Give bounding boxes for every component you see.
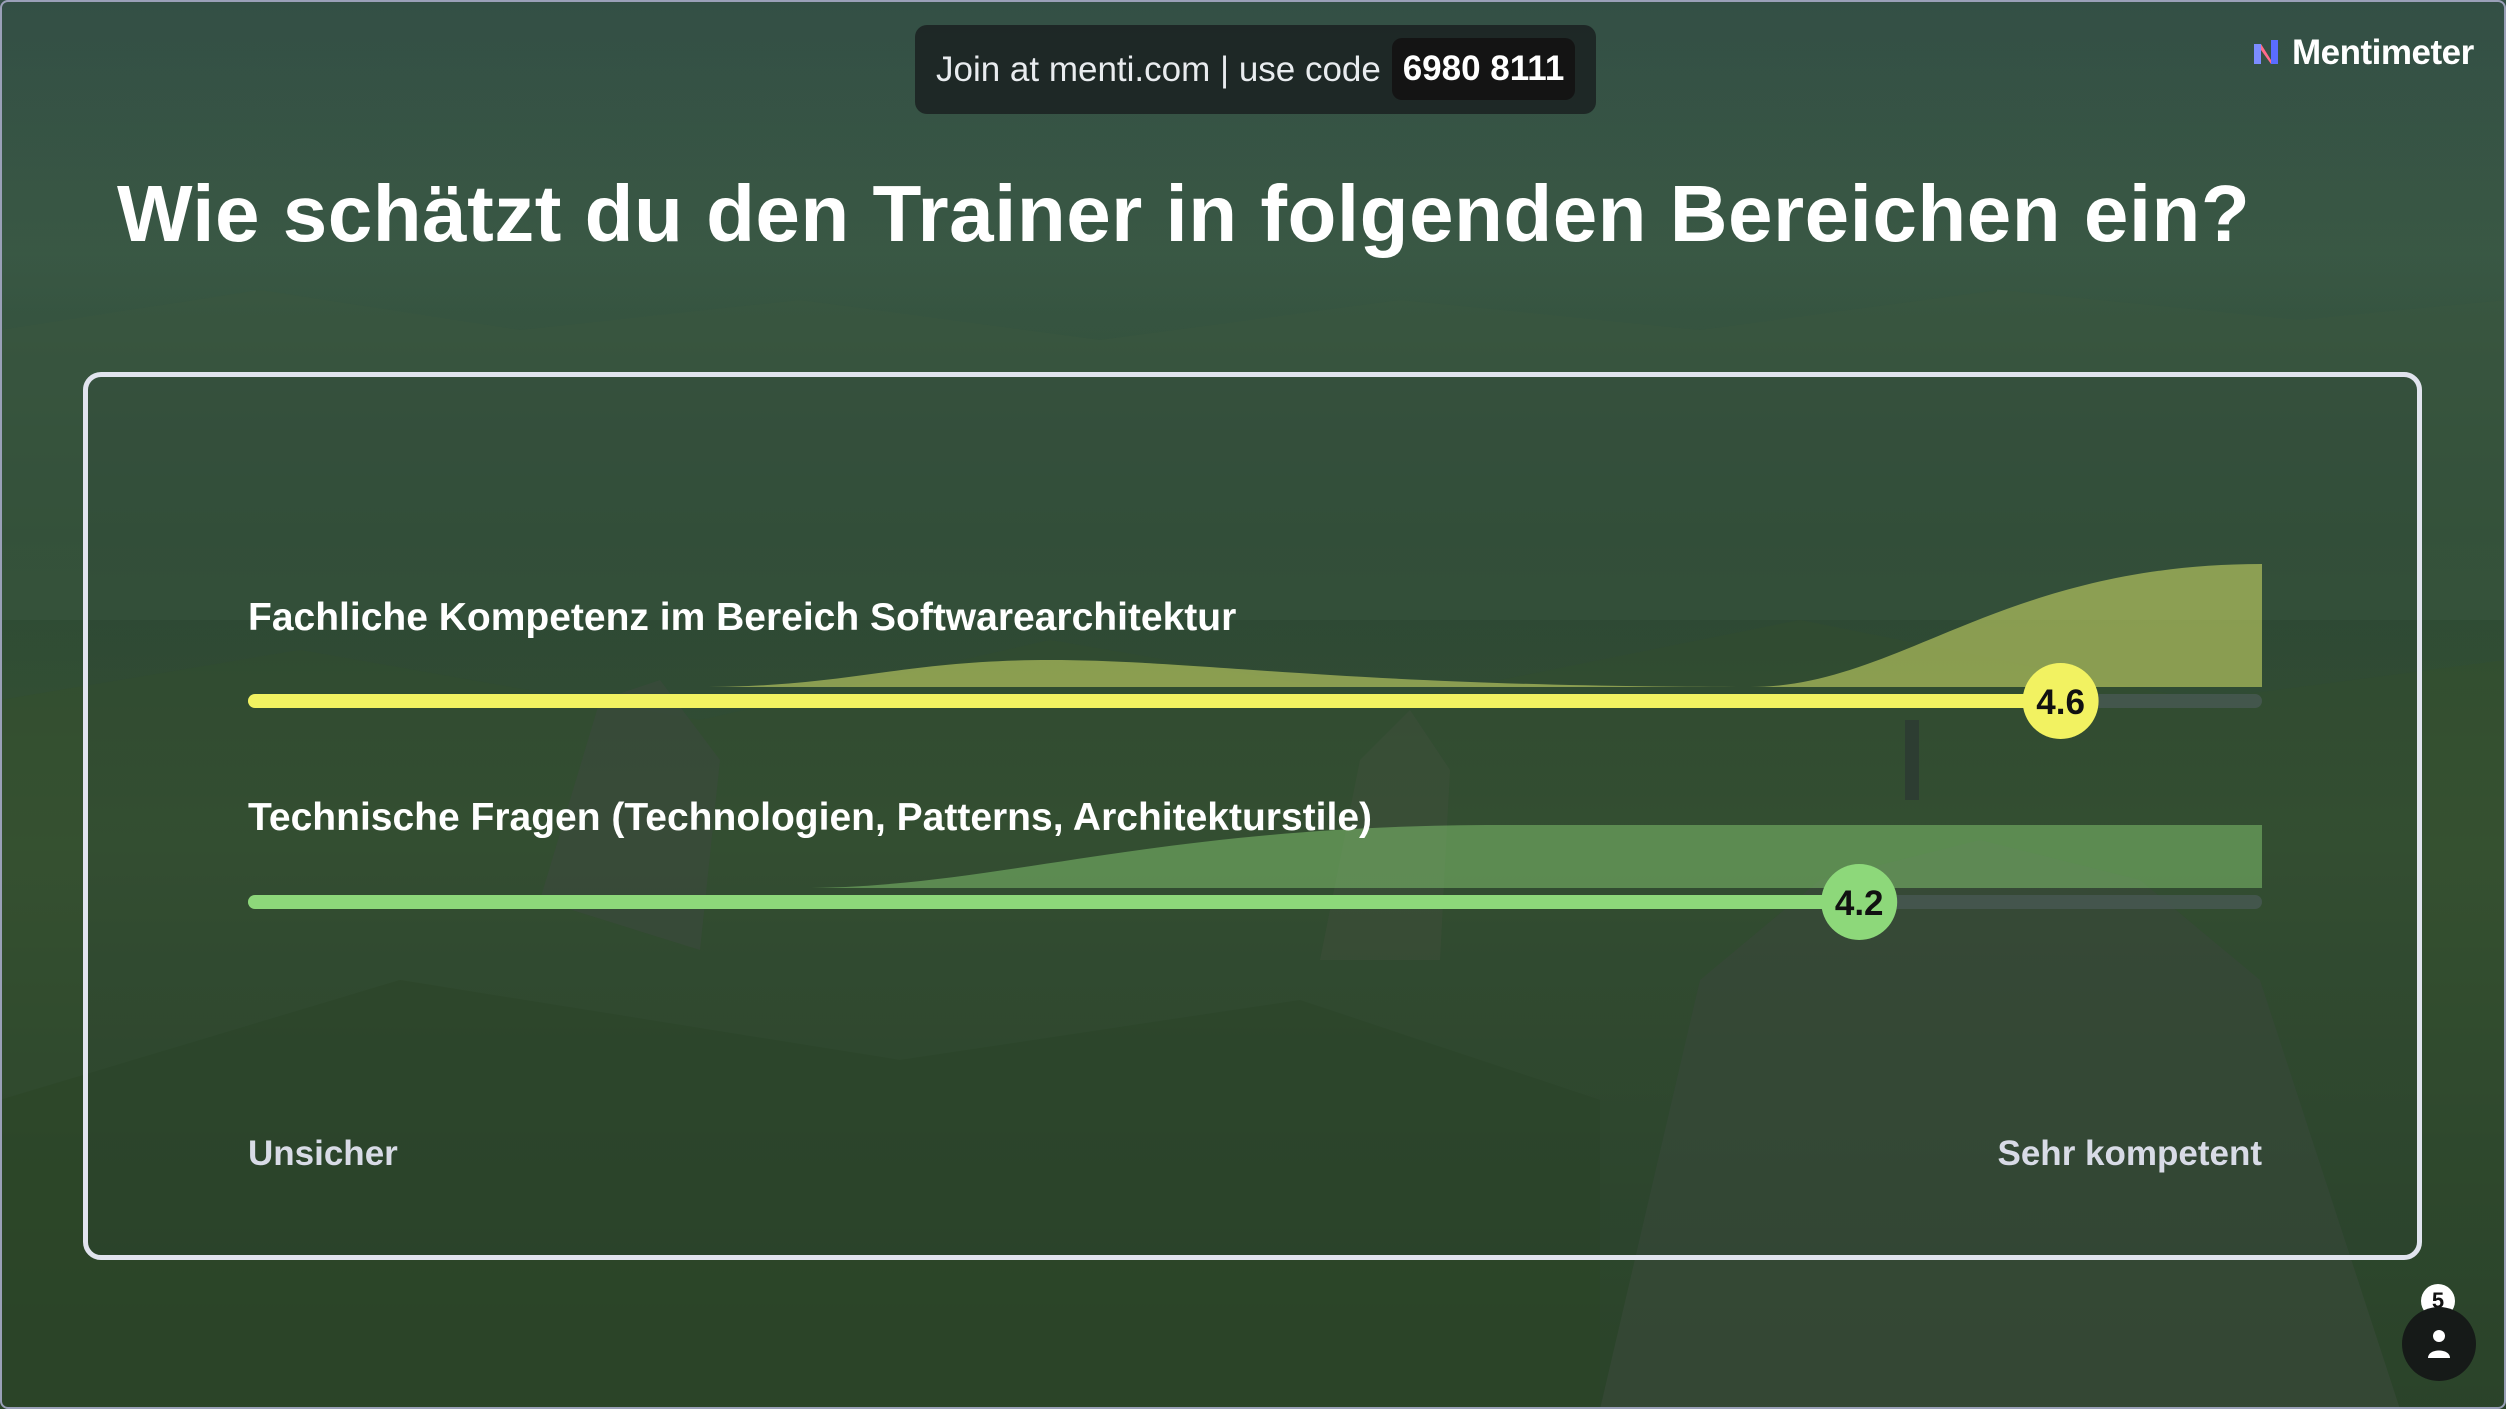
join-code: 6980 8111 xyxy=(1392,38,1575,100)
item-label-1: Fachliche Kompetenz im Bereich Softwarea… xyxy=(248,596,1237,639)
participants-button[interactable] xyxy=(2402,1307,2476,1381)
scale-max-label: Sehr kompetent xyxy=(1997,1134,2263,1173)
join-instructions-text: Join at menti.com | use code xyxy=(936,49,1381,89)
item-label-2: Technische Fragen (Technologien, Pattern… xyxy=(248,796,1372,839)
brand-name: Mentimeter xyxy=(2292,33,2474,72)
question-title: Wie schätzt du den Trainer in folgenden … xyxy=(117,169,2251,258)
scale-min-label: Unsicher xyxy=(248,1134,398,1173)
mentimeter-logo[interactable]: Mentimeter xyxy=(2252,30,2474,76)
join-instructions-bar: Join at menti.com | use code 6980 8111 xyxy=(915,25,1596,114)
mentimeter-logo-icon xyxy=(2254,40,2278,64)
participant-counter[interactable]: 5 xyxy=(2402,1282,2476,1392)
person-icon xyxy=(2428,1330,2450,1358)
